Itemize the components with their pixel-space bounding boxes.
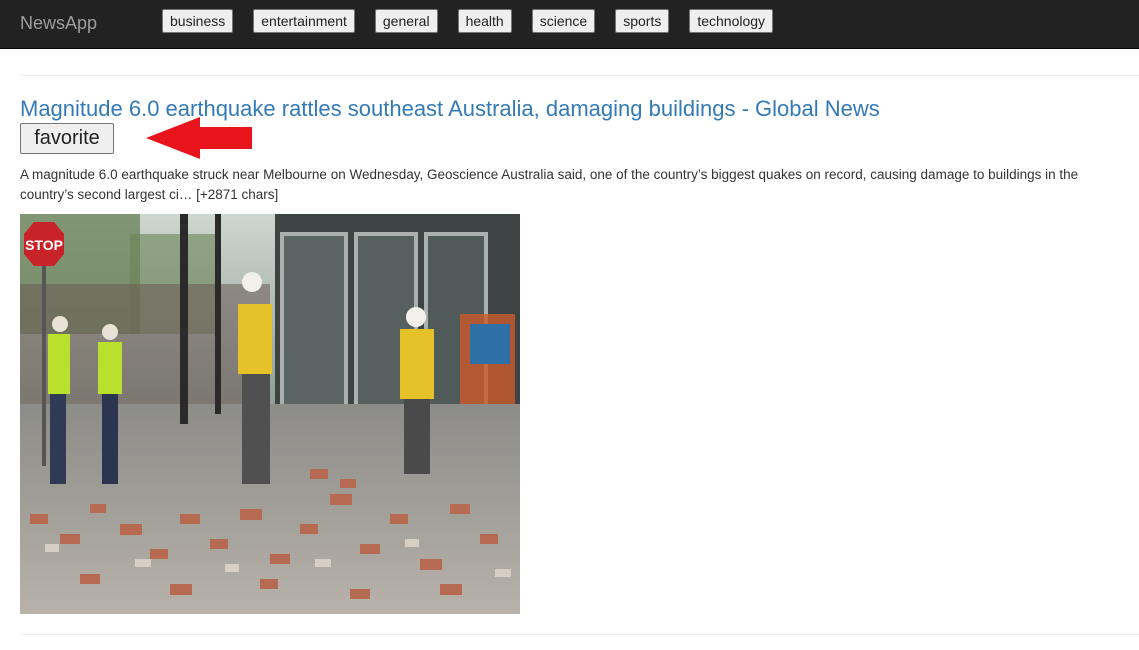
category-button-entertainment[interactable]: entertainment: [253, 9, 355, 33]
divider-top: [20, 75, 1139, 76]
category-button-science[interactable]: science: [531, 9, 596, 33]
article-description: A magnitude 6.0 earthquake struck near M…: [20, 167, 1079, 202]
category-button-technology[interactable]: technology: [689, 9, 774, 33]
brand-logo[interactable]: NewsApp: [20, 12, 97, 34]
red-arrow-icon: [146, 117, 252, 159]
category-nav: business entertainment general health sc…: [162, 9, 774, 33]
earthquake-scene-image: STOP: [20, 214, 520, 614]
category-button-sports[interactable]: sports: [615, 9, 670, 33]
category-button-business[interactable]: business: [162, 9, 234, 33]
category-button-health[interactable]: health: [457, 9, 512, 33]
category-button-general[interactable]: general: [374, 9, 438, 33]
divider-bottom: [20, 634, 1139, 635]
stop-sign-text: STOP: [25, 237, 63, 253]
article-image: STOP: [20, 214, 520, 614]
favorite-button[interactable]: favorite: [20, 123, 114, 154]
navbar: NewsApp business entertainment general h…: [0, 0, 1139, 49]
